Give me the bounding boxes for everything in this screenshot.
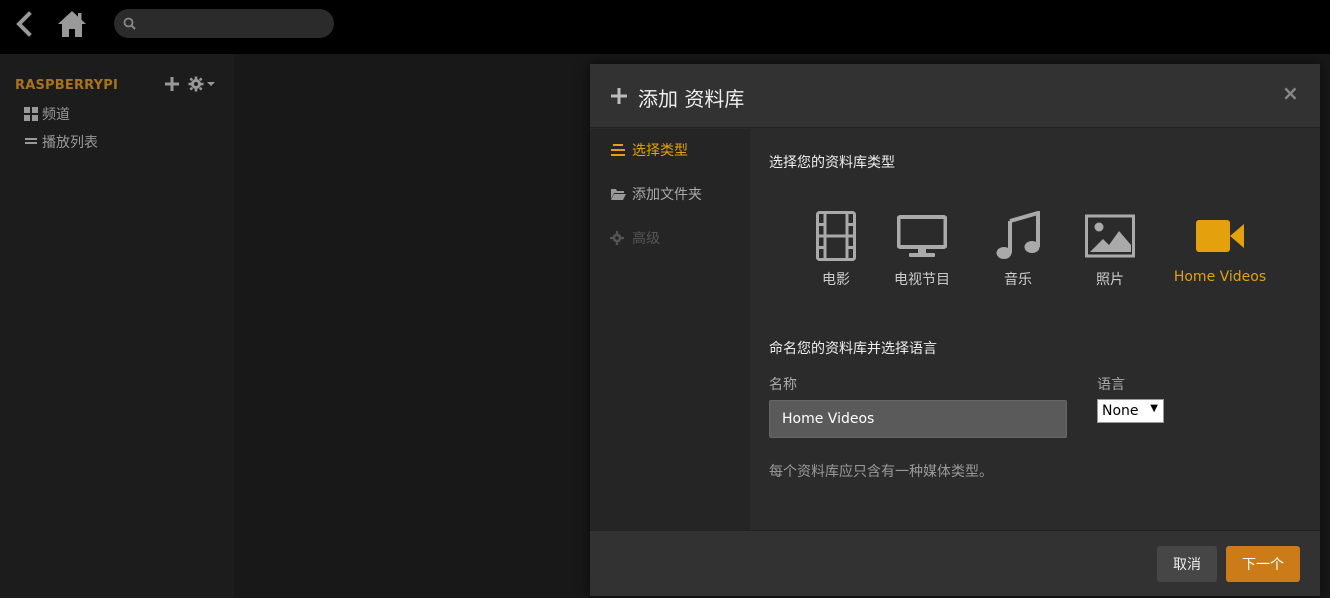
name-language-heading: 命名您的资料库并选择语言 — [769, 341, 937, 357]
step-label: 选择类型 — [632, 143, 688, 159]
dialog-header: 添加 资料库 × — [590, 64, 1320, 128]
language-label: 语言 — [1097, 377, 1125, 393]
help-text: 每个资料库应只含有一种媒体类型。 — [769, 464, 993, 480]
step-add-folders[interactable]: 添加文件夹 — [610, 183, 702, 205]
server-name[interactable]: RASPBERRYPI — [15, 78, 118, 93]
folder-icon — [611, 189, 626, 200]
step-select-type[interactable]: 选择类型 — [610, 139, 688, 161]
library-type-label: 电影 — [822, 272, 850, 288]
top-bar — [0, 0, 1330, 54]
sidebar-item-label: 频道 — [42, 107, 70, 123]
library-type-heading: 选择您的资料库类型 — [769, 155, 895, 171]
grid-icon — [24, 107, 38, 121]
dialog-title: 添加 资料库 — [638, 87, 745, 111]
gear-icon — [610, 231, 624, 245]
search-input[interactable] — [114, 9, 334, 38]
dialog-footer: 取消 下一个 — [590, 530, 1320, 596]
home-icon[interactable] — [56, 8, 88, 40]
library-type-label: 照片 — [1096, 272, 1124, 288]
cancel-button[interactable]: 取消 — [1157, 546, 1217, 582]
library-type-tv-shows[interactable]: 电视节目 — [882, 211, 962, 289]
library-type-photos[interactable]: 照片 — [1070, 211, 1150, 289]
library-type-movies[interactable]: 电影 — [796, 211, 876, 289]
close-button[interactable]: × — [1282, 83, 1299, 103]
gear-icon[interactable] — [188, 76, 216, 92]
library-type-music[interactable]: 音乐 — [978, 211, 1058, 289]
music-icon — [996, 211, 1040, 259]
photo-icon — [1085, 214, 1135, 258]
library-type-label: 电视节目 — [894, 272, 950, 288]
add-library-dialog: 添加 资料库 × 选择类型 添加文件夹 高级 选择您的资料库类型 电影 电视节目… — [590, 64, 1320, 596]
sidebar-item-playlists[interactable]: 播放列表 — [24, 131, 98, 153]
sidebar: RASPBERRYPI 频道 播放列表 — [0, 54, 234, 598]
video-camera-icon — [1196, 220, 1244, 252]
language-select[interactable]: None ▼ — [1097, 399, 1164, 423]
dialog-body: 选择您的资料库类型 电影 电视节目 音乐 照片 Home Videos 命名您的… — [750, 129, 1320, 530]
language-selected-value: None — [1102, 403, 1139, 419]
caret-down-icon: ▼ — [1150, 403, 1158, 414]
sidebar-item-channels[interactable]: 频道 — [24, 103, 70, 125]
chevron-left-icon[interactable] — [10, 10, 38, 38]
next-button[interactable]: 下一个 — [1226, 546, 1300, 582]
list-icon — [25, 138, 37, 144]
plus-icon[interactable] — [164, 76, 180, 92]
library-name-input[interactable] — [769, 400, 1067, 438]
step-label: 高级 — [632, 231, 660, 247]
library-type-label: 音乐 — [1004, 272, 1032, 288]
step-advanced: 高级 — [610, 227, 660, 249]
plus-icon — [611, 88, 627, 104]
stack-icon — [611, 144, 625, 156]
name-label: 名称 — [769, 377, 797, 393]
tv-icon — [897, 215, 947, 257]
library-type-home-videos[interactable]: Home Videos — [1170, 211, 1270, 285]
library-type-label: Home Videos — [1173, 269, 1267, 285]
sidebar-item-label: 播放列表 — [42, 135, 98, 151]
film-icon — [816, 211, 856, 261]
step-label: 添加文件夹 — [632, 187, 702, 203]
